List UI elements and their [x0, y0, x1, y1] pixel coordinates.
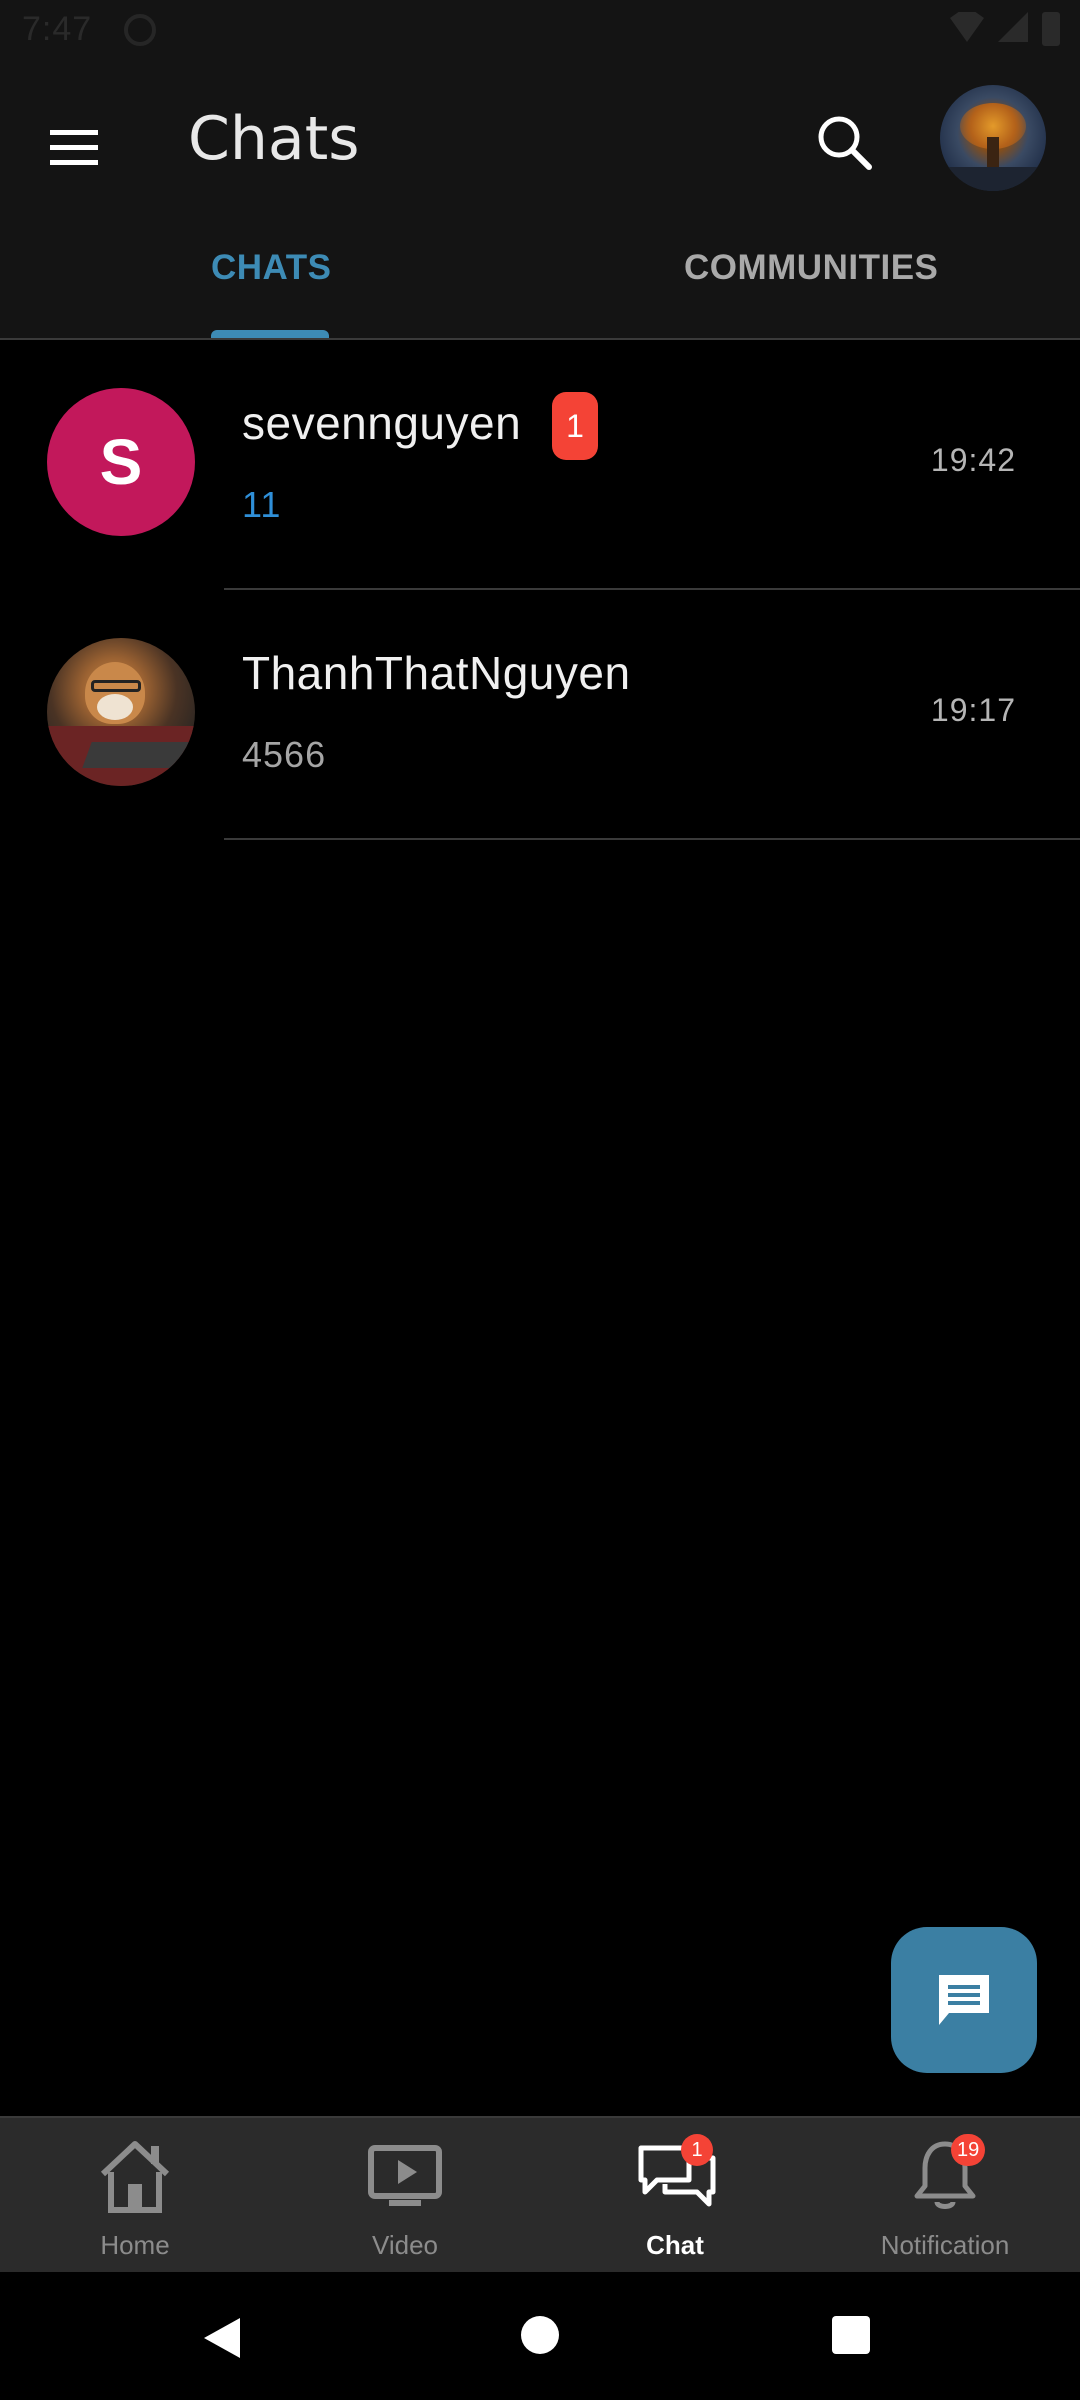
- status-icons: [950, 12, 1060, 46]
- status-bar: 7:47: [0, 0, 1080, 60]
- contact-avatar: [47, 638, 195, 786]
- home-button-icon[interactable]: [521, 2316, 559, 2354]
- cellular-signal-icon: [998, 12, 1028, 42]
- nav-chat[interactable]: 1 Chat: [540, 2118, 810, 2274]
- chat-list-item[interactable]: ThanhThatNguyen 4566 19:17: [0, 590, 1080, 840]
- bottom-navigation: Home Video 1 Chat 19 Notification: [0, 2116, 1080, 2272]
- last-message-preview: 4566: [242, 734, 327, 775]
- chat-badge: 1: [681, 2134, 713, 2166]
- nav-home[interactable]: Home: [0, 2118, 270, 2274]
- contact-avatar: S: [47, 388, 195, 536]
- unread-count-badge: 1: [552, 392, 598, 460]
- chat-name: sevennguyen: [242, 397, 522, 449]
- chat-name: ThanhThatNguyen: [242, 647, 631, 699]
- nav-label: Video: [371, 2230, 439, 2260]
- last-message-preview: 11: [242, 484, 282, 525]
- chats-screen: 7:47 Chats CHATS COMMUNITIES S sevennguy…: [0, 0, 1080, 2400]
- chat-list-item[interactable]: S sevennguyen 1 11 19:42: [0, 340, 1080, 590]
- tab-bar: CHATS COMMUNITIES: [0, 140, 1080, 340]
- home-icon: [100, 2141, 170, 2213]
- back-icon[interactable]: [202, 2316, 242, 2360]
- notification-badge: 19: [951, 2134, 986, 2166]
- status-time: 7:47: [22, 10, 93, 48]
- chat-timestamp: 19:42: [930, 442, 1016, 478]
- chat-timestamp: 19:17: [930, 692, 1016, 728]
- list-divider: [224, 838, 1080, 840]
- nav-label: Notification: [880, 2230, 1010, 2260]
- nav-video[interactable]: Video: [270, 2118, 540, 2274]
- recents-icon[interactable]: [832, 2316, 870, 2354]
- battery-icon: [1042, 12, 1060, 46]
- system-navigation-bar: [0, 2272, 1080, 2400]
- new-message-button[interactable]: [891, 1927, 1037, 2073]
- wifi-icon: [950, 12, 984, 42]
- tab-chats[interactable]: CHATS: [211, 248, 331, 288]
- message-icon: [939, 1975, 989, 2025]
- tab-communities[interactable]: COMMUNITIES: [684, 248, 938, 288]
- status-app-icon: [124, 14, 156, 46]
- nav-notification[interactable]: 19 Notification: [810, 2118, 1080, 2274]
- nav-label: Chat: [646, 2230, 704, 2260]
- nav-label: Home: [100, 2230, 170, 2260]
- video-icon: [368, 2145, 442, 2206]
